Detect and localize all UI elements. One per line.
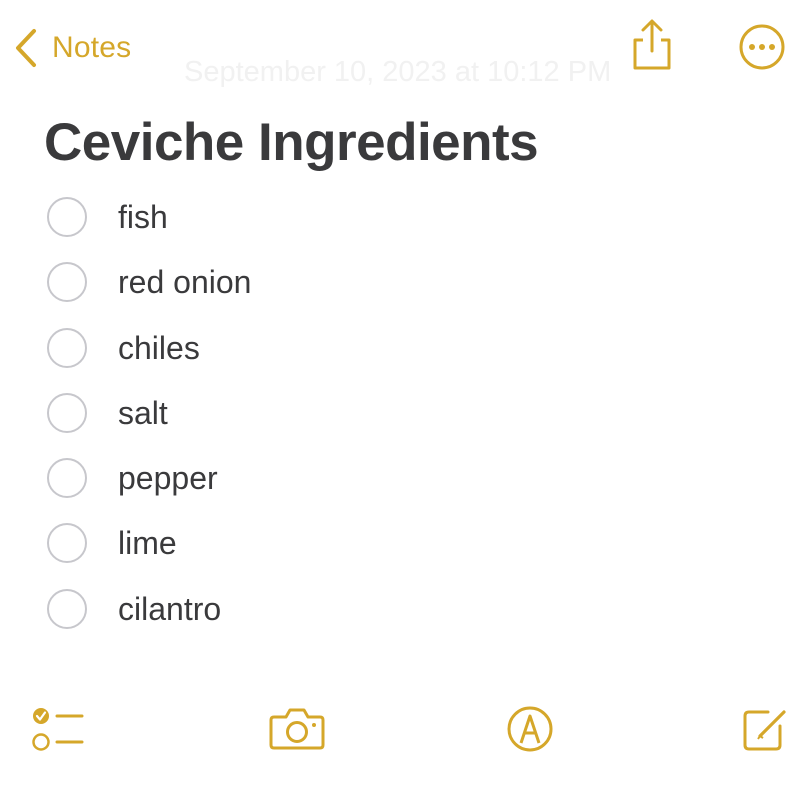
note-timestamp: September 10, 2023 at 10:12 PM [184,56,612,88]
compose-icon [743,710,786,751]
markup-button[interactable] [506,705,554,758]
markup-icon [507,706,553,752]
share-button[interactable] [628,18,676,77]
checklist-item: lime [0,512,810,577]
checklist-item-text[interactable]: fish [118,197,168,237]
more-icon [739,24,785,70]
checkbox-circle[interactable] [47,458,87,499]
checklist-item-text[interactable]: red onion [118,262,251,302]
share-icon [633,19,671,70]
back-button[interactable]: Notes [14,26,131,70]
checkbox-circle[interactable] [47,327,87,368]
checkbox-circle[interactable] [47,197,87,237]
checklist-item: chiles [0,317,810,382]
compose-button[interactable] [740,702,790,759]
camera-button[interactable] [268,705,326,756]
checklist-item-text[interactable]: pepper [118,458,218,498]
checklist: fish red onion chiles salt pepper lime c… [0,186,810,643]
checkbox-circle[interactable] [47,588,87,629]
back-button-label: Notes [52,31,132,64]
checklist-button[interactable] [30,705,86,758]
checkbox-circle[interactable] [47,392,87,433]
checklist-item-text[interactable]: salt [118,393,168,433]
note-title[interactable]: Ceviche Ingredients [44,112,539,173]
more-button[interactable] [738,23,786,76]
checklist-item-text[interactable]: lime [118,523,177,563]
checklist-item-text[interactable]: cilantro [118,589,221,629]
checklist-item: pepper [0,447,810,512]
checkbox-circle[interactable] [47,262,87,303]
checklist-icon [32,708,84,751]
checklist-item-text[interactable]: chiles [118,328,200,368]
chevron-left-icon [16,29,36,67]
camera-icon [269,708,325,750]
checklist-item: salt [0,382,810,447]
checklist-item: red onion [0,251,810,316]
checklist-item: cilantro [0,578,810,643]
navigation-bar: Notes September 10, 2023 at 10:12 PM [0,0,810,100]
checklist-item: fish [0,186,810,251]
checkbox-circle[interactable] [47,523,87,564]
